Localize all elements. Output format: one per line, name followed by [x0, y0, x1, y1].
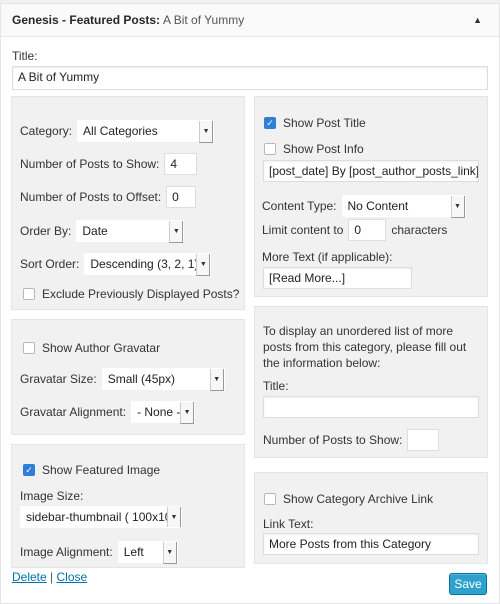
content-settings-box: ✓ Show Post Title Show Post Info [post_d… — [254, 96, 488, 297]
num-posts-input[interactable]: 4 — [164, 153, 198, 175]
featured-posts-widget: Genesis - Featured Posts: A Bit of Yummy… — [0, 3, 500, 604]
gravatar-size-select-value: Small (45px) — [107, 372, 176, 386]
category-archive-box: Show Category Archive Link Link Text: Mo… — [254, 472, 488, 564]
featured-image-box: ✓ Show Featured Image Image Size: sideba… — [11, 444, 245, 568]
more-posts-box: To display an unordered list of more pos… — [254, 306, 488, 458]
order-by-label: Order By: — [20, 224, 72, 238]
chevron-down-icon: ▼ — [196, 254, 211, 276]
chevron-down-icon: ▼ — [167, 507, 181, 527]
image-alignment-select-value: Left — [123, 545, 144, 559]
chevron-down-icon: ▼ — [180, 402, 195, 424]
image-size-select[interactable]: sidebar-thumbnail ( 100x10 ▼ — [20, 506, 182, 528]
save-button[interactable]: Save — [449, 573, 487, 595]
content-type-select-value: No Content — [347, 199, 409, 213]
sort-order-label: Sort Order: — [20, 257, 80, 271]
exclude-displayed-checkbox[interactable] — [23, 288, 35, 300]
more-posts-description: To display an unordered list of more pos… — [263, 324, 467, 370]
more-posts-title-input[interactable] — [263, 396, 479, 418]
more-text-label: More Text (if applicable): — [262, 250, 393, 264]
post-info-input[interactable]: [post_date] By [post_author_posts_link] … — [263, 160, 479, 182]
posts-settings-box: Category: All Categories ▼ Number of Pos… — [11, 96, 245, 310]
limit-content-label: Limit content to — [262, 223, 344, 237]
more-text-input[interactable]: [Read More...] — [263, 267, 412, 289]
triangle-up-icon[interactable]: ▲ — [473, 15, 482, 25]
content-type-label: Content Type: — [262, 199, 337, 213]
category-label: Category: — [20, 124, 73, 138]
show-post-title-label: Show Post Title — [283, 116, 366, 130]
offset-label: Number of Posts to Offset: — [20, 190, 162, 204]
offset-input[interactable]: 0 — [166, 186, 197, 208]
delete-link[interactable]: Delete — [12, 570, 47, 584]
more-posts-num-input[interactable] — [407, 429, 440, 451]
order-by-select[interactable]: Date ▼ — [76, 220, 185, 243]
widget-header[interactable]: Genesis - Featured Posts: A Bit of Yummy… — [1, 4, 499, 37]
show-post-info-checkbox[interactable] — [264, 143, 276, 155]
widget-instance-title: A Bit of Yummy — [163, 13, 245, 27]
limit-content-suffix: characters — [391, 223, 448, 237]
widget-control-links: Delete | Close — [12, 570, 87, 584]
chevron-down-icon: ▼ — [209, 369, 224, 391]
sort-order-select[interactable]: Descending (3, 2, 1) ▼ — [84, 253, 212, 276]
widget-name: Genesis - Featured Posts: — [12, 13, 161, 27]
image-alignment-select[interactable]: Left ▼ — [117, 541, 178, 564]
show-featured-image-checkbox[interactable]: ✓ — [23, 464, 35, 476]
category-select[interactable]: All Categories ▼ — [77, 120, 215, 143]
show-featured-image-label: Show Featured Image — [42, 463, 161, 477]
title-label: Title: — [12, 49, 38, 63]
more-posts-title-label: Title: — [263, 379, 289, 393]
show-gravatar-label: Show Author Gravatar — [42, 341, 161, 355]
gravatar-size-label: Gravatar Size: — [20, 372, 97, 386]
category-select-value: All Categories — [83, 124, 158, 138]
limit-content-input[interactable]: 0 — [348, 219, 387, 241]
more-posts-num-label: Number of Posts to Show: — [263, 433, 403, 447]
gravatar-settings-box: Show Author Gravatar Gravatar Size: Smal… — [11, 319, 245, 435]
gravatar-alignment-select-value: - None - — [137, 405, 181, 419]
widget-inside: Title: A Bit of Yummy — [1, 49, 499, 90]
close-link[interactable]: Close — [57, 570, 88, 584]
image-alignment-label: Image Alignment: — [20, 545, 113, 559]
gravatar-alignment-label: Gravatar Alignment: — [20, 405, 127, 419]
image-size-select-value: sidebar-thumbnail ( 100x10 — [26, 510, 172, 524]
link-text-input[interactable]: More Posts from this Category — [263, 533, 479, 555]
show-archive-link-checkbox[interactable] — [264, 493, 276, 505]
title-input[interactable]: A Bit of Yummy — [12, 66, 488, 90]
image-size-label: Image Size: — [20, 489, 84, 503]
exclude-displayed-label: Exclude Previously Displayed Posts? — [42, 287, 240, 301]
chevron-down-icon: ▼ — [162, 542, 177, 564]
show-archive-link-label: Show Category Archive Link — [283, 492, 434, 506]
gravatar-alignment-select[interactable]: - None - ▼ — [131, 401, 196, 424]
order-by-select-value: Date — [82, 224, 108, 238]
show-gravatar-checkbox[interactable] — [23, 342, 35, 354]
chevron-down-icon: ▼ — [450, 196, 465, 218]
link-text-label: Link Text: — [263, 517, 314, 531]
link-separator: | — [50, 570, 54, 584]
sort-order-select-value: Descending (3, 2, 1) — [90, 257, 199, 271]
num-posts-label: Number of Posts to Show: — [20, 157, 160, 171]
chevron-down-icon: ▼ — [169, 221, 184, 243]
chevron-down-icon: ▼ — [199, 121, 214, 143]
show-post-title-checkbox[interactable]: ✓ — [264, 117, 276, 129]
show-post-info-label: Show Post Info — [283, 142, 364, 156]
content-type-select[interactable]: No Content ▼ — [341, 195, 466, 218]
gravatar-size-select[interactable]: Small (45px) ▼ — [101, 368, 225, 391]
